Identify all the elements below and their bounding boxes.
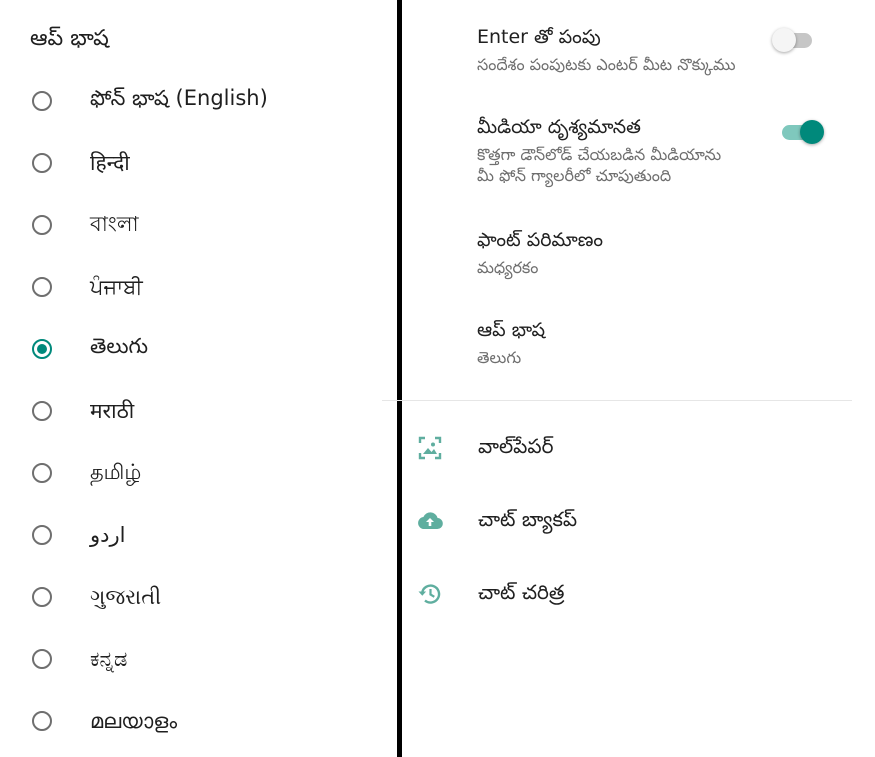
setting-title: Enter తో పంపు bbox=[477, 26, 601, 48]
language-label: ગુજરાતી bbox=[90, 584, 162, 609]
setting-title: ఫాంట్ పరిమాణం bbox=[477, 229, 604, 251]
toggle-thumb bbox=[772, 28, 796, 52]
radio-button[interactable] bbox=[32, 277, 52, 297]
nav-label: వాల్‌పేపర్ bbox=[478, 434, 554, 458]
language-option[interactable]: हिन्दी bbox=[0, 132, 396, 194]
nav-label: చాట్ చరిత్ర bbox=[478, 580, 565, 604]
wallpaper-icon bbox=[416, 434, 444, 462]
dialog-title: ఆప్ భాష bbox=[30, 26, 109, 51]
language-option-selected[interactable]: తెలుగు bbox=[0, 318, 396, 380]
language-label: हिन्दी bbox=[90, 151, 130, 175]
language-option[interactable]: தமிழ் bbox=[0, 442, 396, 504]
enter-send-setting[interactable]: Enter తో పంపు సందేశం పంపుటకు ఎంటర్ మీట న… bbox=[402, 0, 875, 90]
radio-button[interactable] bbox=[32, 153, 52, 173]
language-dialog: ఆప్ భాష ఫోన్ భాష (English) हिन्दी বাংলা … bbox=[0, 0, 396, 757]
language-label: ਪੰਜਾਬੀ bbox=[90, 274, 143, 299]
setting-subtitle-line2: మీ ఫోన్ గ్యాలరీలో చూపుతుంది bbox=[477, 166, 672, 185]
font-size-setting[interactable]: ఫాంట్ పరిమాణం మధ్యరకం bbox=[402, 215, 875, 295]
radio-button-checked[interactable] bbox=[32, 339, 52, 359]
language-label: ಕನ್ನಡ bbox=[90, 646, 128, 671]
section-divider bbox=[382, 400, 852, 401]
chat-backup-item[interactable]: చాట్ బ్యాకప్ bbox=[402, 495, 875, 545]
language-label: اردو bbox=[90, 523, 126, 547]
chat-history-item[interactable]: చాట్ చరిత్ర bbox=[402, 568, 875, 618]
language-label: മലയാളം bbox=[90, 708, 178, 733]
history-icon bbox=[416, 580, 444, 608]
language-label: తెలుగు bbox=[90, 334, 149, 358]
language-label: मराठी bbox=[90, 399, 135, 423]
radio-button[interactable] bbox=[32, 711, 52, 731]
language-option[interactable]: ਪੰਜਾਬੀ bbox=[0, 256, 396, 318]
app-language-setting[interactable]: ఆప్ భాష తెలుగు bbox=[402, 305, 875, 385]
language-option[interactable]: മലയാളം bbox=[0, 690, 396, 752]
radio-button[interactable] bbox=[32, 463, 52, 483]
radio-button[interactable] bbox=[32, 91, 52, 111]
nav-label: చాట్ బ్యాకప్ bbox=[478, 507, 578, 531]
language-label: ఫోన్ భాష (English) bbox=[90, 86, 268, 110]
radio-button[interactable] bbox=[32, 401, 52, 421]
media-visibility-toggle[interactable] bbox=[780, 117, 824, 147]
wallpaper-item[interactable]: వాల్‌పేపర్ bbox=[402, 422, 875, 472]
radio-button[interactable] bbox=[32, 649, 52, 669]
language-option[interactable]: ఫోన్ భాష (English) bbox=[0, 70, 396, 132]
language-label: தமிழ் bbox=[90, 459, 142, 484]
setting-subtitle: సందేశం పంపుటకు ఎంటర్ మీట నొక్కుము bbox=[477, 55, 736, 74]
language-option[interactable]: اردو bbox=[0, 504, 396, 566]
enter-send-toggle[interactable] bbox=[772, 25, 814, 55]
radio-button[interactable] bbox=[32, 587, 52, 607]
toggle-thumb bbox=[800, 120, 824, 144]
language-label: বাংলা bbox=[90, 211, 139, 236]
chat-settings-panel: Enter తో పంపు సందేశం పంపుటకు ఎంటర్ మీట న… bbox=[382, 0, 875, 757]
language-option[interactable]: ಕನ್ನಡ bbox=[0, 628, 396, 690]
language-option[interactable]: ગુજરાતી bbox=[0, 566, 396, 628]
setting-title: ఆప్ భాష bbox=[477, 319, 546, 341]
language-option[interactable]: বাংলা bbox=[0, 194, 396, 256]
language-option[interactable]: मराठी bbox=[0, 380, 396, 442]
setting-value: మధ్యరకం bbox=[477, 258, 539, 277]
setting-subtitle-line1: కొత్తగా డౌన్‌లోడ్ చేయబడిన మీడియాను bbox=[477, 145, 722, 164]
radio-button[interactable] bbox=[32, 525, 52, 545]
setting-value: తెలుగు bbox=[477, 348, 522, 367]
media-visibility-setting[interactable]: మీడియా దృశ్యమానత కొత్తగా డౌన్‌లోడ్ చేయబడ… bbox=[402, 100, 875, 200]
cloud-upload-icon bbox=[416, 507, 444, 535]
radio-button[interactable] bbox=[32, 215, 52, 235]
setting-title: మీడియా దృశ్యమానత bbox=[477, 116, 641, 138]
